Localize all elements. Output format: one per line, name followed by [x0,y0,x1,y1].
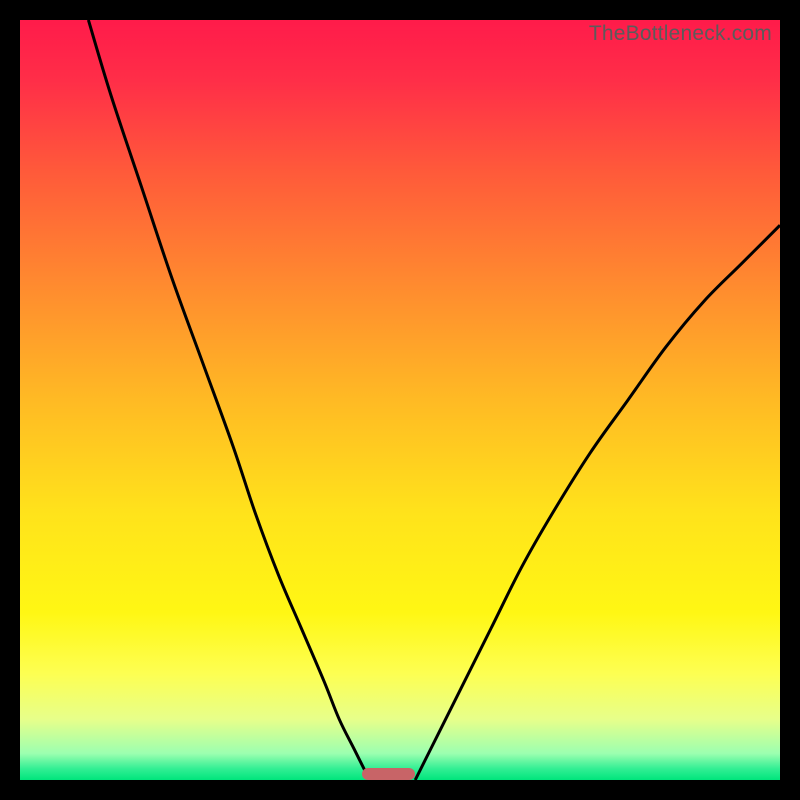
bottleneck-marker [362,768,415,780]
curve-right [415,225,780,780]
curves-layer [20,20,780,780]
plot-area: TheBottleneck.com [20,20,780,780]
curve-left [88,20,369,780]
chart-frame: TheBottleneck.com [20,20,780,780]
watermark-text: TheBottleneck.com [589,22,772,46]
